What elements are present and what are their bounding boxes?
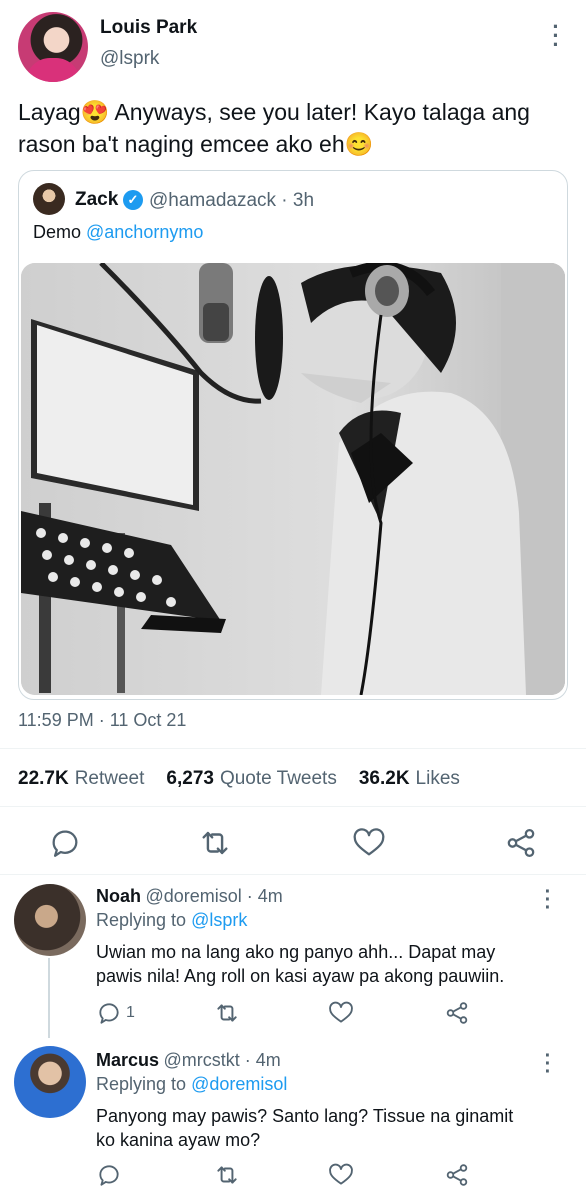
reply-count: 1: [126, 1004, 135, 1021]
share-icon[interactable]: [444, 1162, 470, 1188]
reply-author-handle-time: @doremisol · 4m: [145, 886, 283, 906]
author-handle[interactable]: @lsprk: [100, 48, 159, 70]
tweet-text-line1: Layag😍 Anyways, see you later! Kayo tala…: [18, 99, 530, 125]
quoted-author-handle-time: @hamadazack · 3h: [149, 190, 315, 211]
replying-to-link[interactable]: @doremisol: [191, 1074, 287, 1094]
verified-badge-icon: ✓: [123, 190, 143, 210]
reply-author-name[interactable]: Marcus: [96, 1050, 159, 1070]
quoted-text-prefix: Demo: [33, 222, 87, 242]
divider: [0, 748, 586, 749]
retweets-count: 22.7K: [18, 768, 69, 789]
author-name[interactable]: Louis Park: [100, 17, 197, 39]
tweet-timestamp[interactable]: 11:59 PM · 11 Oct 21: [18, 710, 186, 731]
quote-tweets-count: 6,273: [166, 768, 214, 789]
replying-to: Replying to @lsprk: [96, 910, 247, 931]
reply-avatar[interactable]: [14, 1046, 86, 1118]
reply-author-handle-time: @mrcstkt · 4m: [163, 1050, 281, 1070]
replying-to-prefix: Replying to: [96, 1074, 192, 1094]
replying-to-link[interactable]: @lsprk: [191, 910, 247, 930]
share-icon[interactable]: [444, 1000, 470, 1026]
reply-text: Panyong may pawis? Santo lang? Tissue na…: [96, 1104, 536, 1152]
reply-text-line2: pawis nila! Ang roll on kasi ayaw pa ako…: [96, 966, 505, 986]
retweet-icon[interactable]: [198, 826, 232, 860]
reply-header: Noah @doremisol · 4m: [96, 886, 283, 907]
quoted-tweet-text: Demo @anchornymo: [33, 222, 203, 243]
reply-text-line2: ko kanina ayaw mo?: [96, 1130, 261, 1150]
like-icon[interactable]: [328, 1162, 354, 1188]
more-icon[interactable]: · · ·: [540, 882, 556, 918]
replying-to: Replying to @doremisol: [96, 1074, 287, 1095]
replying-to-prefix: Replying to: [96, 910, 192, 930]
quoted-tweet-photo[interactable]: [21, 263, 565, 695]
reply-text-line1: Panyong may pawis? Santo lang? Tissue na…: [96, 1106, 514, 1126]
reply-avatar[interactable]: [14, 884, 86, 956]
quoted-tweet-card[interactable]: Zack ✓ @hamadazack · 3h Demo @anchornymo: [18, 170, 568, 700]
reply-icon[interactable]: [96, 1162, 122, 1188]
reply-header: Marcus @mrcstkt · 4m: [96, 1050, 281, 1071]
tweet-text: Layag😍 Anyways, see you later! Kayo tala…: [18, 96, 568, 160]
reply-text-line1: Uwian mo na lang ako ng panyo ahh... Dap…: [96, 942, 496, 962]
tweet-text-line2: rason ba't naging emcee ako eh😊: [18, 131, 374, 157]
like-icon[interactable]: [352, 826, 386, 860]
quote-tweets-label: Quote Tweets: [219, 768, 337, 789]
retweets-stat[interactable]: 22.7K Retweet: [18, 768, 144, 790]
likes-label: Likes: [415, 768, 460, 789]
reply-text: Uwian mo na lang ako ng panyo ahh... Dap…: [96, 940, 536, 988]
thread-line: [48, 958, 50, 1038]
reply-author-name[interactable]: Noah: [96, 886, 141, 906]
divider: [0, 806, 586, 807]
quoted-author-name[interactable]: Zack: [75, 189, 118, 211]
quoted-mention-link[interactable]: @anchornymo: [86, 222, 203, 242]
photo-singer-recording-booth: [21, 263, 565, 695]
reply-icon[interactable]: [48, 826, 82, 860]
retweet-icon[interactable]: [214, 1162, 240, 1188]
more-icon[interactable]: · · ·: [548, 16, 564, 56]
likes-count: 36.2K: [358, 768, 410, 789]
quote-tweets-stat[interactable]: 6,273 Quote Tweets: [166, 768, 336, 790]
reply-icon[interactable]: [96, 1000, 122, 1026]
share-icon[interactable]: [504, 826, 538, 860]
like-icon[interactable]: [328, 1000, 354, 1026]
quoted-author-avatar[interactable]: [33, 183, 65, 215]
likes-stat[interactable]: 36.2K Likes: [359, 768, 460, 790]
retweet-icon[interactable]: [214, 1000, 240, 1026]
retweets-label: Retweet: [74, 768, 145, 789]
author-avatar[interactable]: [18, 12, 88, 82]
tweet-stats: 22.7K Retweet 6,273 Quote Tweets 36.2K Like…: [18, 768, 460, 790]
divider: [0, 874, 586, 875]
more-icon[interactable]: · · ·: [540, 1046, 556, 1082]
